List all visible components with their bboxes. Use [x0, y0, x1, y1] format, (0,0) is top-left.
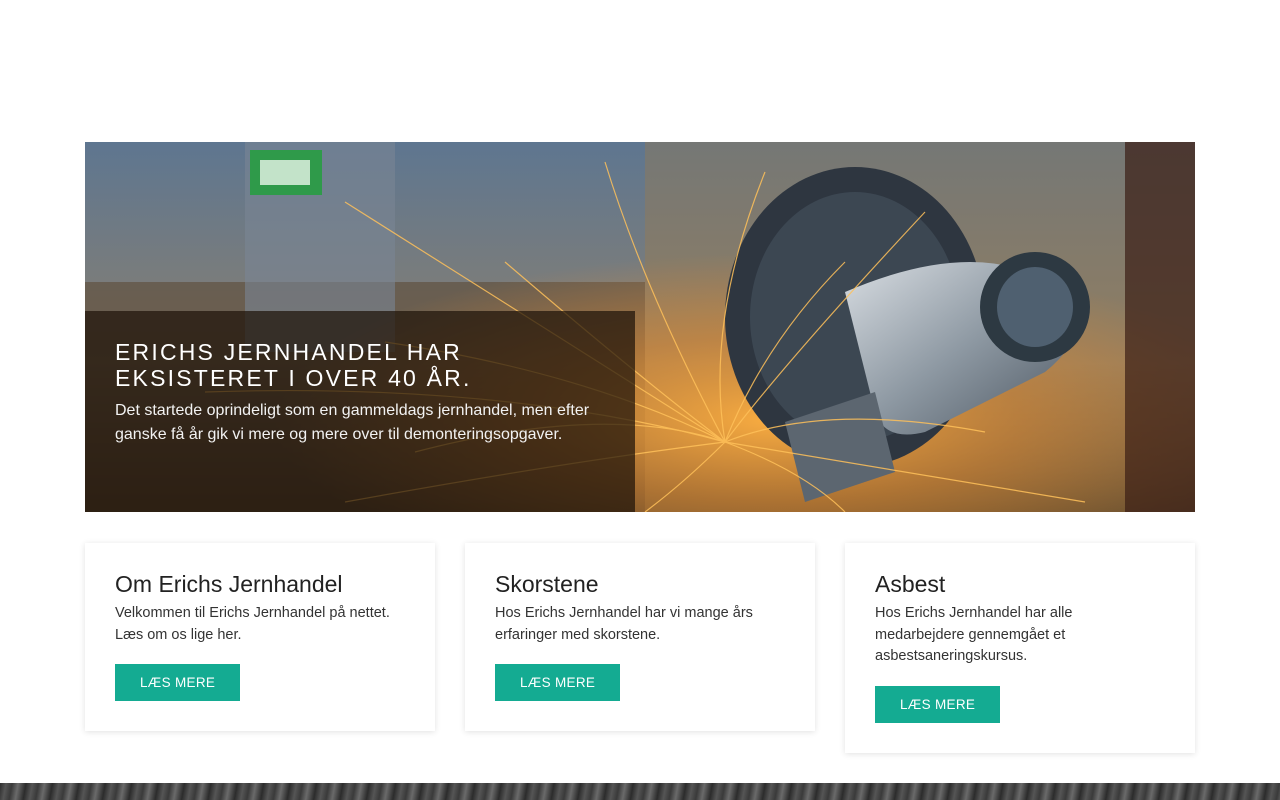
- card-skorstene: Skorstene Hos Erichs Jernhandel har vi m…: [465, 543, 815, 731]
- hero-description: Det startede oprindeligt som en gammelda…: [115, 402, 590, 443]
- card-title: Skorstene: [495, 571, 599, 597]
- card-text: Velkommen til Erichs Jernhandel på nette…: [115, 605, 390, 643]
- read-more-button[interactable]: LÆS MERE: [875, 685, 1001, 723]
- card-text: Hos Erichs Jernhandel har alle medarbejd…: [875, 605, 1073, 664]
- card-text: Hos Erichs Jernhandel har vi mange års e…: [495, 605, 753, 643]
- read-more-button[interactable]: LÆS MERE: [495, 664, 621, 701]
- footer-background-image: [0, 783, 1280, 800]
- card-asbest: Asbest Hos Erichs Jernhandel har alle me…: [845, 543, 1195, 753]
- card-om-erichs-jernhandel: Om Erichs Jernhandel Velkommen til Erich…: [85, 543, 435, 731]
- card-title: Om Erichs Jernhandel: [115, 571, 343, 597]
- hero-text-panel: Erichs Jernhandel har eksisteret i over …: [85, 311, 635, 512]
- hero-title: Erichs Jernhandel har eksisteret i over …: [115, 339, 472, 391]
- page: Erichs Jernhandel har eksisteret i over …: [0, 0, 1280, 800]
- hero-banner: Erichs Jernhandel har eksisteret i over …: [85, 142, 1195, 512]
- card-title: Asbest: [875, 571, 946, 597]
- read-more-button[interactable]: LÆS MERE: [115, 664, 241, 701]
